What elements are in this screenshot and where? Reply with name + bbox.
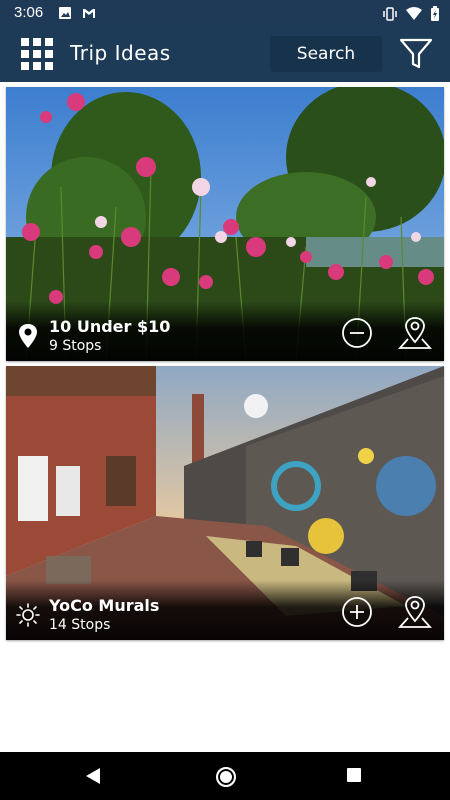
back-icon[interactable] — [84, 766, 102, 786]
map-pin-icon[interactable] — [398, 315, 432, 351]
recents-icon[interactable] — [347, 768, 361, 782]
sun-icon — [16, 603, 40, 627]
trip-card-stops: 14 Stops — [49, 617, 111, 633]
status-time: 3:06 — [14, 4, 44, 21]
app-bar: Trip Ideas Search — [0, 26, 450, 82]
vibrate-icon — [383, 6, 397, 21]
status-bar: 3:06 — [0, 0, 450, 26]
map-pin-icon[interactable] — [398, 594, 432, 630]
battery-icon — [431, 6, 439, 21]
search-button[interactable]: Search — [270, 36, 382, 72]
minus-circle-icon[interactable] — [341, 317, 373, 349]
system-nav-bar — [0, 752, 450, 800]
status-right-icons — [382, 6, 440, 21]
trip-card-stops: 9 Stops — [49, 338, 102, 354]
plus-circle-icon[interactable] — [341, 596, 373, 628]
trip-card-title: 10 Under $10 — [49, 317, 171, 336]
filter-icon[interactable] — [398, 37, 434, 71]
page-title: Trip Ideas — [70, 41, 171, 65]
wifi-icon — [406, 6, 422, 20]
location-pin-icon — [19, 324, 37, 348]
gmail-icon — [83, 9, 95, 18]
grid-menu-icon[interactable] — [21, 38, 53, 70]
trip-card-title: YoCo Murals — [49, 596, 160, 615]
image-icon — [59, 7, 71, 19]
trip-card[interactable]: YoCo Murals 14 Stops — [6, 366, 444, 640]
home-icon[interactable] — [216, 767, 236, 787]
status-left-icons — [58, 6, 96, 20]
trip-card[interactable]: 10 Under $10 9 Stops — [6, 87, 444, 361]
